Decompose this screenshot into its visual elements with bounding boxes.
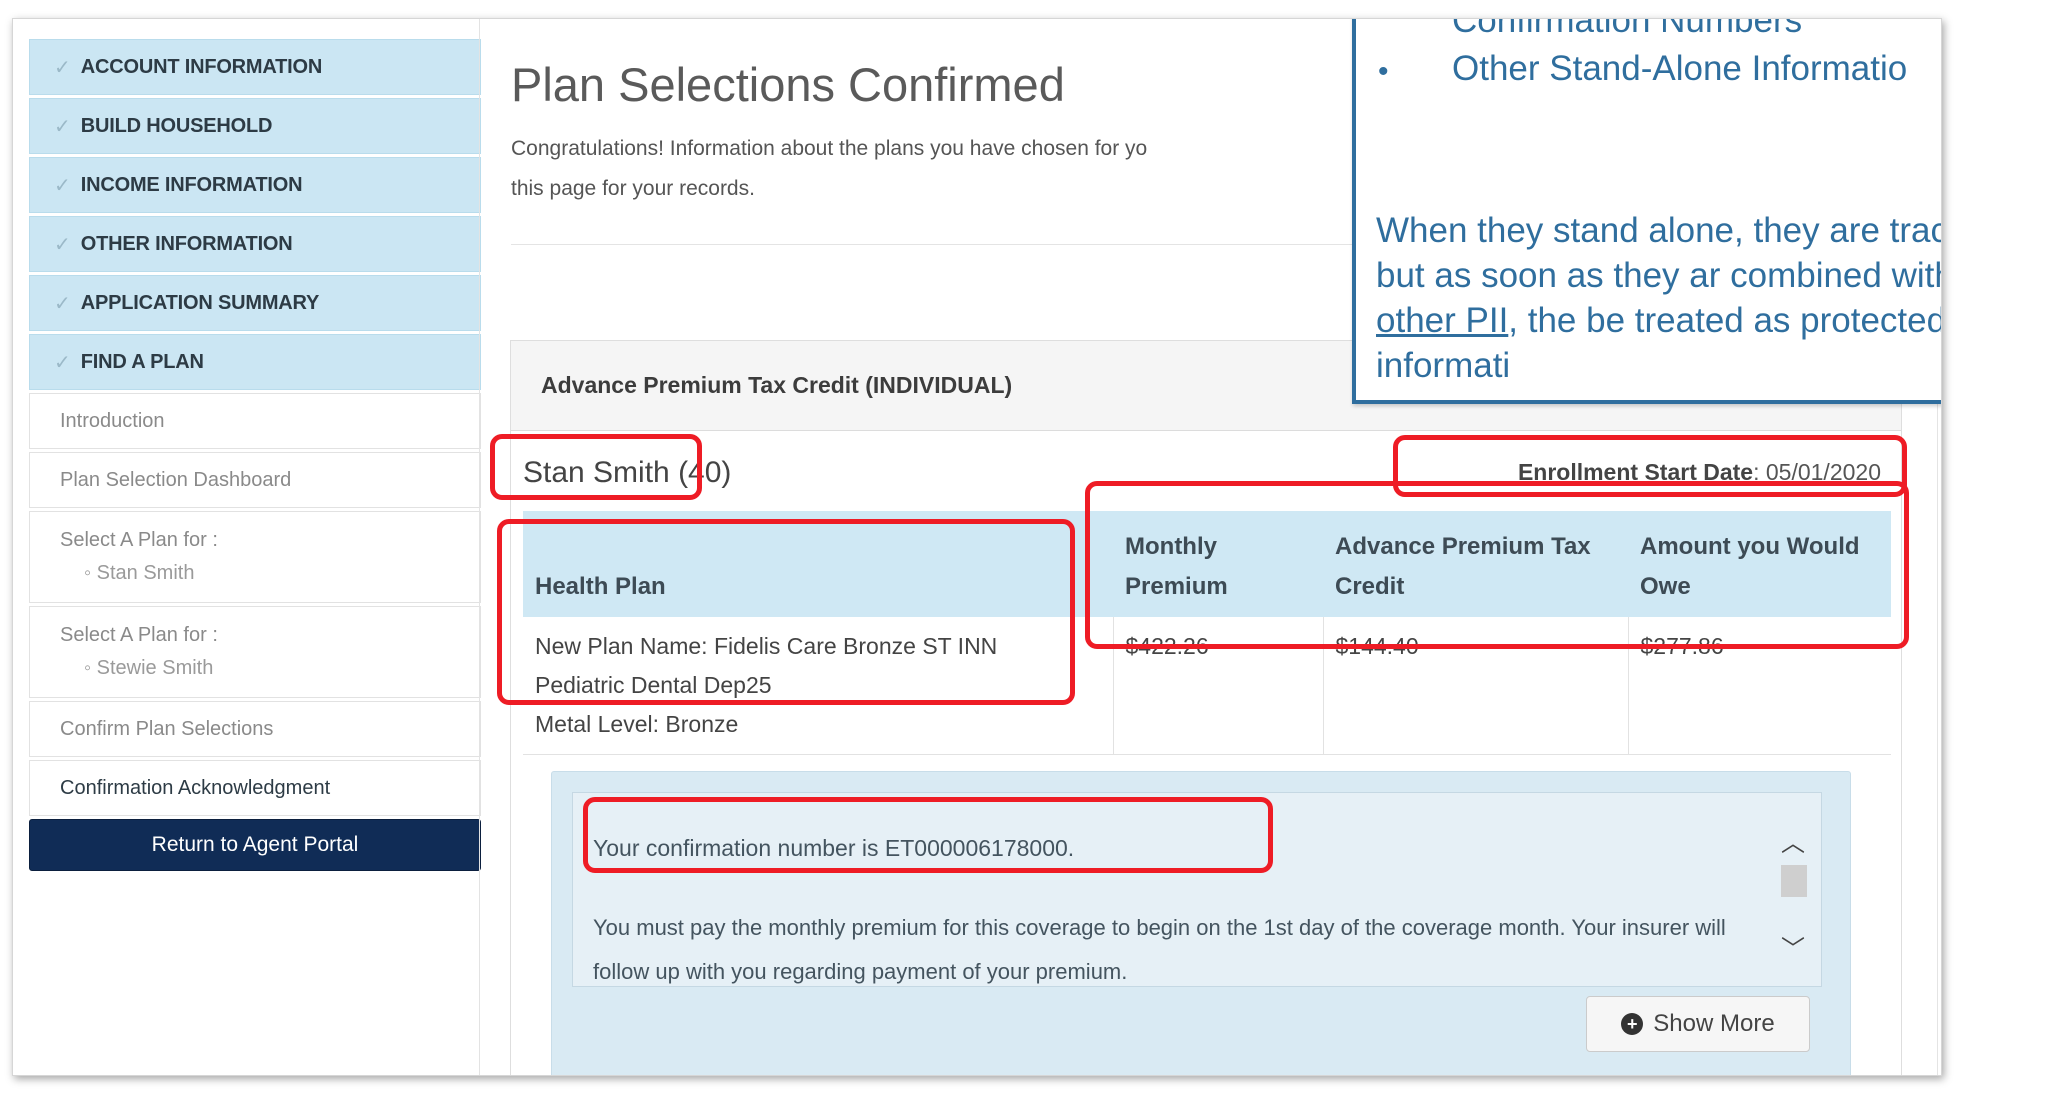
- highlight-person-name: [490, 434, 702, 500]
- sidebar-item-person: ◦ Stan Smith: [84, 562, 195, 584]
- intro-line: Congratulations! Information about the p…: [511, 137, 1148, 160]
- page-title: Plan Selections Confirmed: [511, 58, 1065, 111]
- intro-line: this page for your records.: [511, 177, 755, 200]
- step-label: OTHER INFORMATION: [80, 232, 293, 255]
- step-label: ACCOUNT INFORMATION: [80, 55, 323, 78]
- pii-callout: Confirmation Numbers • Other Stand-Alone…: [1352, 18, 1941, 404]
- sidebar-item-acknowledgment[interactable]: Confirmation Acknowledgment: [29, 760, 481, 816]
- intro-text: Congratulations! Information about the p…: [511, 129, 1331, 209]
- step-label: APPLICATION SUMMARY: [80, 291, 320, 314]
- highlight-confirmation-number: [583, 797, 1273, 873]
- highlight-premium-values: [1085, 481, 1909, 649]
- highlight-health-plan: [497, 519, 1075, 705]
- callout-item-confirmation-numbers: Confirmation Numbers: [1452, 18, 1803, 40]
- step-label: FIND A PLAN: [80, 350, 204, 373]
- sidebar-item-label: Select A Plan for :: [60, 529, 218, 551]
- payment-message: You must pay the monthly premium for thi…: [593, 915, 1726, 984]
- sidebar-item-label: Confirmation Acknowledgment: [60, 776, 331, 799]
- sidebar-divider: [479, 19, 480, 1075]
- step-income-information[interactable]: ✓ INCOME INFORMATION: [29, 157, 481, 213]
- show-more-label: Show More: [1653, 1010, 1775, 1037]
- sidebar-item-dashboard[interactable]: Plan Selection Dashboard: [29, 452, 481, 508]
- callout-item-other-info: Other Stand-Alone Informatio: [1452, 49, 1908, 88]
- checkmark-icon: ✓: [54, 233, 71, 256]
- sidebar-item-person: ◦ Stewie Smith: [84, 657, 214, 679]
- callout-text: When they stand alone, they are traceabl…: [1376, 211, 1941, 295]
- checkmark-icon: ✓: [54, 174, 71, 197]
- sidebar-item-select-plan-stan[interactable]: Select A Plan for : ◦ Stan Smith: [29, 511, 481, 603]
- plan-metal-level: Metal Level: Bronze: [535, 711, 739, 737]
- sidebar: ✓ ACCOUNT INFORMATION ✓ BUILD HOUSEHOLD …: [29, 39, 481, 871]
- plus-circle-icon: +: [1621, 1013, 1644, 1035]
- checkmark-icon: ✓: [54, 351, 71, 374]
- step-account-information[interactable]: ✓ ACCOUNT INFORMATION: [29, 39, 481, 95]
- checkmark-icon: ✓: [54, 56, 71, 79]
- sidebar-item-confirm[interactable]: Confirm Plan Selections: [29, 701, 481, 757]
- callout-paragraph: When they stand alone, they are traceabl…: [1376, 208, 1941, 388]
- sidebar-item-label: Confirm Plan Selections: [60, 717, 274, 740]
- sidebar-item-label: Select A Plan for :: [60, 624, 218, 646]
- step-label: BUILD HOUSEHOLD: [80, 114, 273, 137]
- bullet-icon: •: [1378, 55, 1389, 88]
- step-label: INCOME INFORMATION: [80, 173, 303, 196]
- step-build-household[interactable]: ✓ BUILD HOUSEHOLD: [29, 98, 481, 154]
- checkmark-icon: ✓: [54, 292, 71, 315]
- sidebar-item-introduction[interactable]: Introduction: [29, 393, 481, 449]
- return-to-agent-portal-button[interactable]: Return to Agent Portal: [29, 819, 481, 871]
- chevron-down-icon[interactable]: ﹀: [1781, 929, 1805, 964]
- app-window: ✓ ACCOUNT INFORMATION ✓ BUILD HOUSEHOLD …: [12, 18, 1942, 1076]
- chevron-up-icon[interactable]: ︿: [1781, 823, 1805, 858]
- checkmark-icon: ✓: [54, 115, 71, 138]
- step-other-information[interactable]: ✓ OTHER INFORMATION: [29, 216, 481, 272]
- step-application-summary[interactable]: ✓ APPLICATION SUMMARY: [29, 275, 481, 331]
- sidebar-item-label: Plan Selection Dashboard: [60, 468, 292, 491]
- step-find-a-plan[interactable]: ✓ FIND A PLAN: [29, 334, 481, 390]
- sidebar-item-label: Introduction: [60, 409, 165, 432]
- show-more-button[interactable]: + Show More: [1586, 996, 1810, 1052]
- scrollbar-thumb[interactable]: [1781, 865, 1807, 897]
- sidebar-item-select-plan-stewie[interactable]: Select A Plan for : ◦ Stewie Smith: [29, 606, 481, 698]
